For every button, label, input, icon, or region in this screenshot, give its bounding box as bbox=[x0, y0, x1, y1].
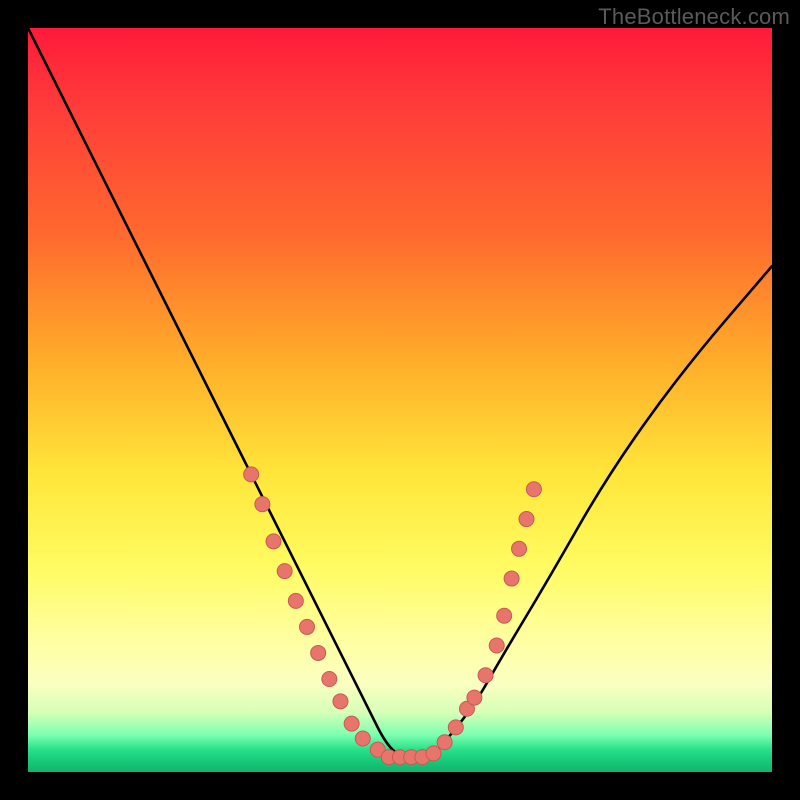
curve-marker bbox=[437, 735, 452, 750]
curve-markers bbox=[244, 467, 542, 765]
curve-marker bbox=[255, 497, 270, 512]
curve-marker bbox=[448, 720, 463, 735]
curve-marker bbox=[526, 482, 541, 497]
curve-marker bbox=[344, 716, 359, 731]
curve-marker bbox=[478, 668, 493, 683]
curve-marker bbox=[333, 694, 348, 709]
curve-marker bbox=[519, 512, 534, 527]
plot-area bbox=[28, 28, 772, 772]
curve-marker bbox=[288, 593, 303, 608]
curve-marker bbox=[512, 541, 527, 556]
curve-marker bbox=[426, 746, 441, 761]
curve-marker bbox=[277, 564, 292, 579]
bottleneck-curve bbox=[28, 28, 772, 757]
curve-marker bbox=[504, 571, 519, 586]
curve-svg bbox=[28, 28, 772, 772]
chart-frame: TheBottleneck.com bbox=[0, 0, 800, 800]
curve-marker bbox=[467, 690, 482, 705]
curve-marker bbox=[300, 619, 315, 634]
curve-marker bbox=[244, 467, 259, 482]
curve-marker bbox=[355, 731, 370, 746]
curve-marker bbox=[497, 608, 512, 623]
curve-marker bbox=[311, 645, 326, 660]
curve-marker bbox=[322, 672, 337, 687]
watermark-text: TheBottleneck.com bbox=[598, 4, 790, 30]
curve-marker bbox=[489, 638, 504, 653]
curve-marker bbox=[266, 534, 281, 549]
